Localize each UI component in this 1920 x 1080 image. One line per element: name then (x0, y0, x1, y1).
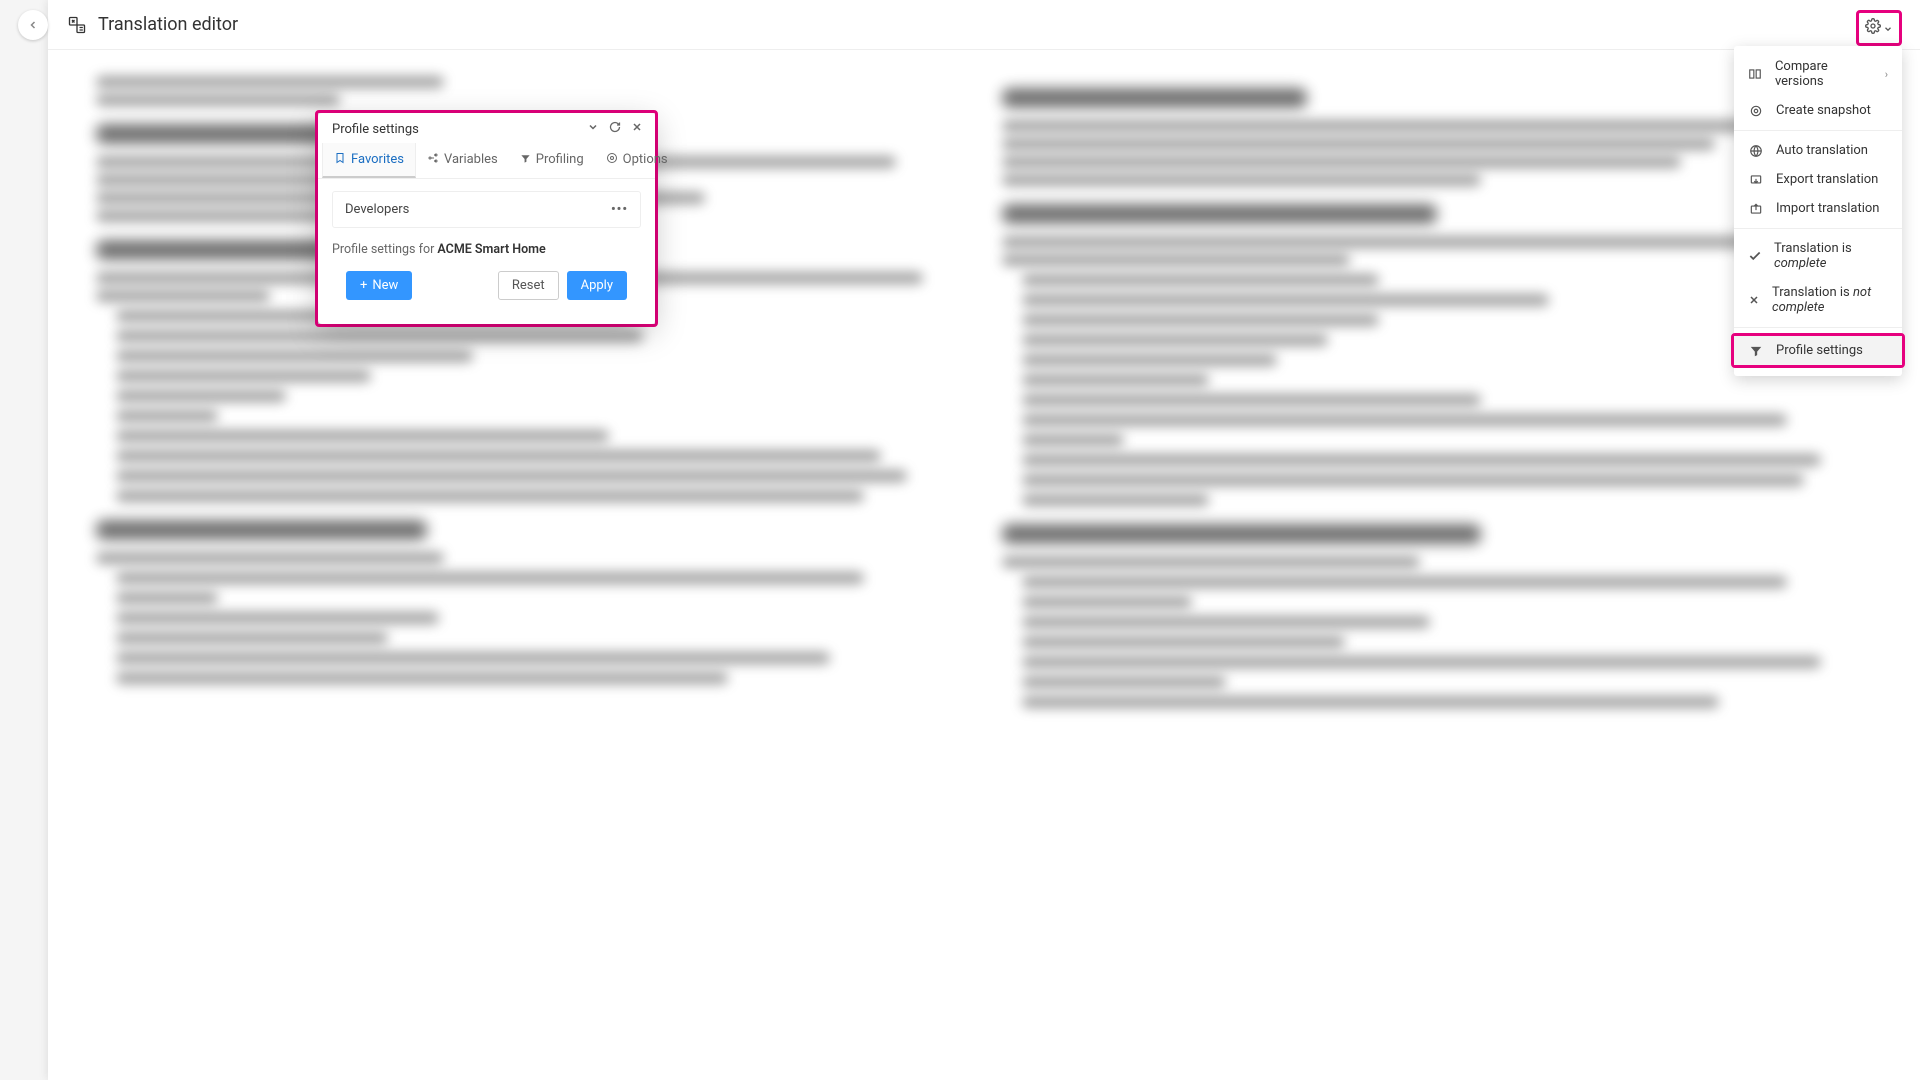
modal-body: Developers ••• Profile settings for ACME… (318, 179, 655, 324)
new-button[interactable]: + New (346, 271, 412, 300)
tab-options[interactable]: Options (595, 143, 679, 178)
settings-button[interactable] (1861, 15, 1897, 41)
collapse-icon[interactable] (587, 121, 599, 137)
menu-export-translation[interactable]: Export translation (1734, 165, 1902, 194)
modal-footer: + New Reset Apply (332, 271, 641, 314)
modal-highlight: Profile settings Favorites Variables Pro… (315, 110, 658, 327)
filter-icon (1748, 344, 1764, 358)
menu-translation-complete[interactable]: Translation is complete (1734, 234, 1902, 278)
bookmark-icon (334, 152, 346, 167)
close-icon (1748, 294, 1760, 306)
globe-icon (1748, 144, 1764, 158)
menu-label: Import translation (1776, 201, 1879, 216)
menu-import-translation[interactable]: Import translation (1734, 194, 1902, 223)
compare-icon (1748, 67, 1763, 81)
more-icon[interactable]: ••• (611, 202, 628, 217)
new-button-label: New (372, 278, 398, 293)
page-title: Translation editor (98, 14, 238, 35)
export-icon (1748, 173, 1764, 187)
refresh-icon[interactable] (609, 121, 621, 137)
tab-profiling[interactable]: Profiling (509, 143, 595, 178)
gear-highlight (1856, 10, 1902, 46)
tab-label: Variables (444, 152, 498, 167)
menu-label: Translation is not complete (1772, 285, 1888, 315)
tab-label: Profiling (536, 152, 584, 167)
divider (1734, 228, 1902, 229)
tab-favorites[interactable]: Favorites (322, 143, 416, 178)
menu-label: Compare versions (1775, 59, 1873, 89)
menu-profile-settings[interactable]: Profile settings (1734, 336, 1902, 365)
variables-icon (427, 152, 439, 167)
gear-icon (606, 152, 618, 167)
menu-label: Profile settings (1776, 343, 1863, 358)
menu-compare-versions[interactable]: Compare versions › (1734, 52, 1902, 96)
tab-label: Options (623, 152, 668, 167)
menu-auto-translation[interactable]: Auto translation (1734, 136, 1902, 165)
snapshot-icon (1748, 104, 1764, 118)
profile-settings-highlight: Profile settings (1731, 333, 1905, 368)
modal-tabs: Favorites Variables Profiling Options (318, 143, 655, 179)
chevron-down-icon (1883, 19, 1893, 38)
profile-settings-modal: Profile settings Favorites Variables Pro… (318, 113, 655, 324)
menu-label: Auto translation (1776, 143, 1868, 158)
chevron-right-icon: › (1885, 68, 1888, 81)
tab-label: Favorites (351, 152, 404, 167)
menu-label: Translation is complete (1774, 241, 1888, 271)
filter-icon (520, 153, 531, 167)
menu-label: Export translation (1776, 172, 1878, 187)
modal-title: Profile settings (332, 122, 419, 137)
close-icon[interactable] (631, 121, 643, 137)
divider (1734, 327, 1902, 328)
gear-icon (1865, 18, 1881, 38)
reset-button[interactable]: Reset (498, 271, 559, 300)
tab-variables[interactable]: Variables (416, 143, 509, 178)
menu-label: Create snapshot (1776, 103, 1871, 118)
settings-dropdown: Compare versions › Create snapshot Auto … (1734, 46, 1902, 376)
topbar: Translation editor (48, 0, 1920, 50)
translation-logo-icon (66, 14, 88, 36)
profile-caption: Profile settings for ACME Smart Home (332, 242, 641, 257)
menu-translation-not-complete[interactable]: Translation is not complete (1734, 278, 1902, 322)
check-icon (1748, 249, 1762, 263)
plus-icon: + (360, 278, 367, 293)
import-icon (1748, 202, 1764, 216)
menu-create-snapshot[interactable]: Create snapshot (1734, 96, 1902, 125)
back-button[interactable] (18, 10, 48, 40)
apply-button[interactable]: Apply (567, 271, 627, 300)
profile-row-label: Developers (345, 202, 409, 217)
divider (1734, 130, 1902, 131)
profile-row[interactable]: Developers ••• (332, 191, 641, 228)
modal-header: Profile settings (318, 113, 655, 143)
